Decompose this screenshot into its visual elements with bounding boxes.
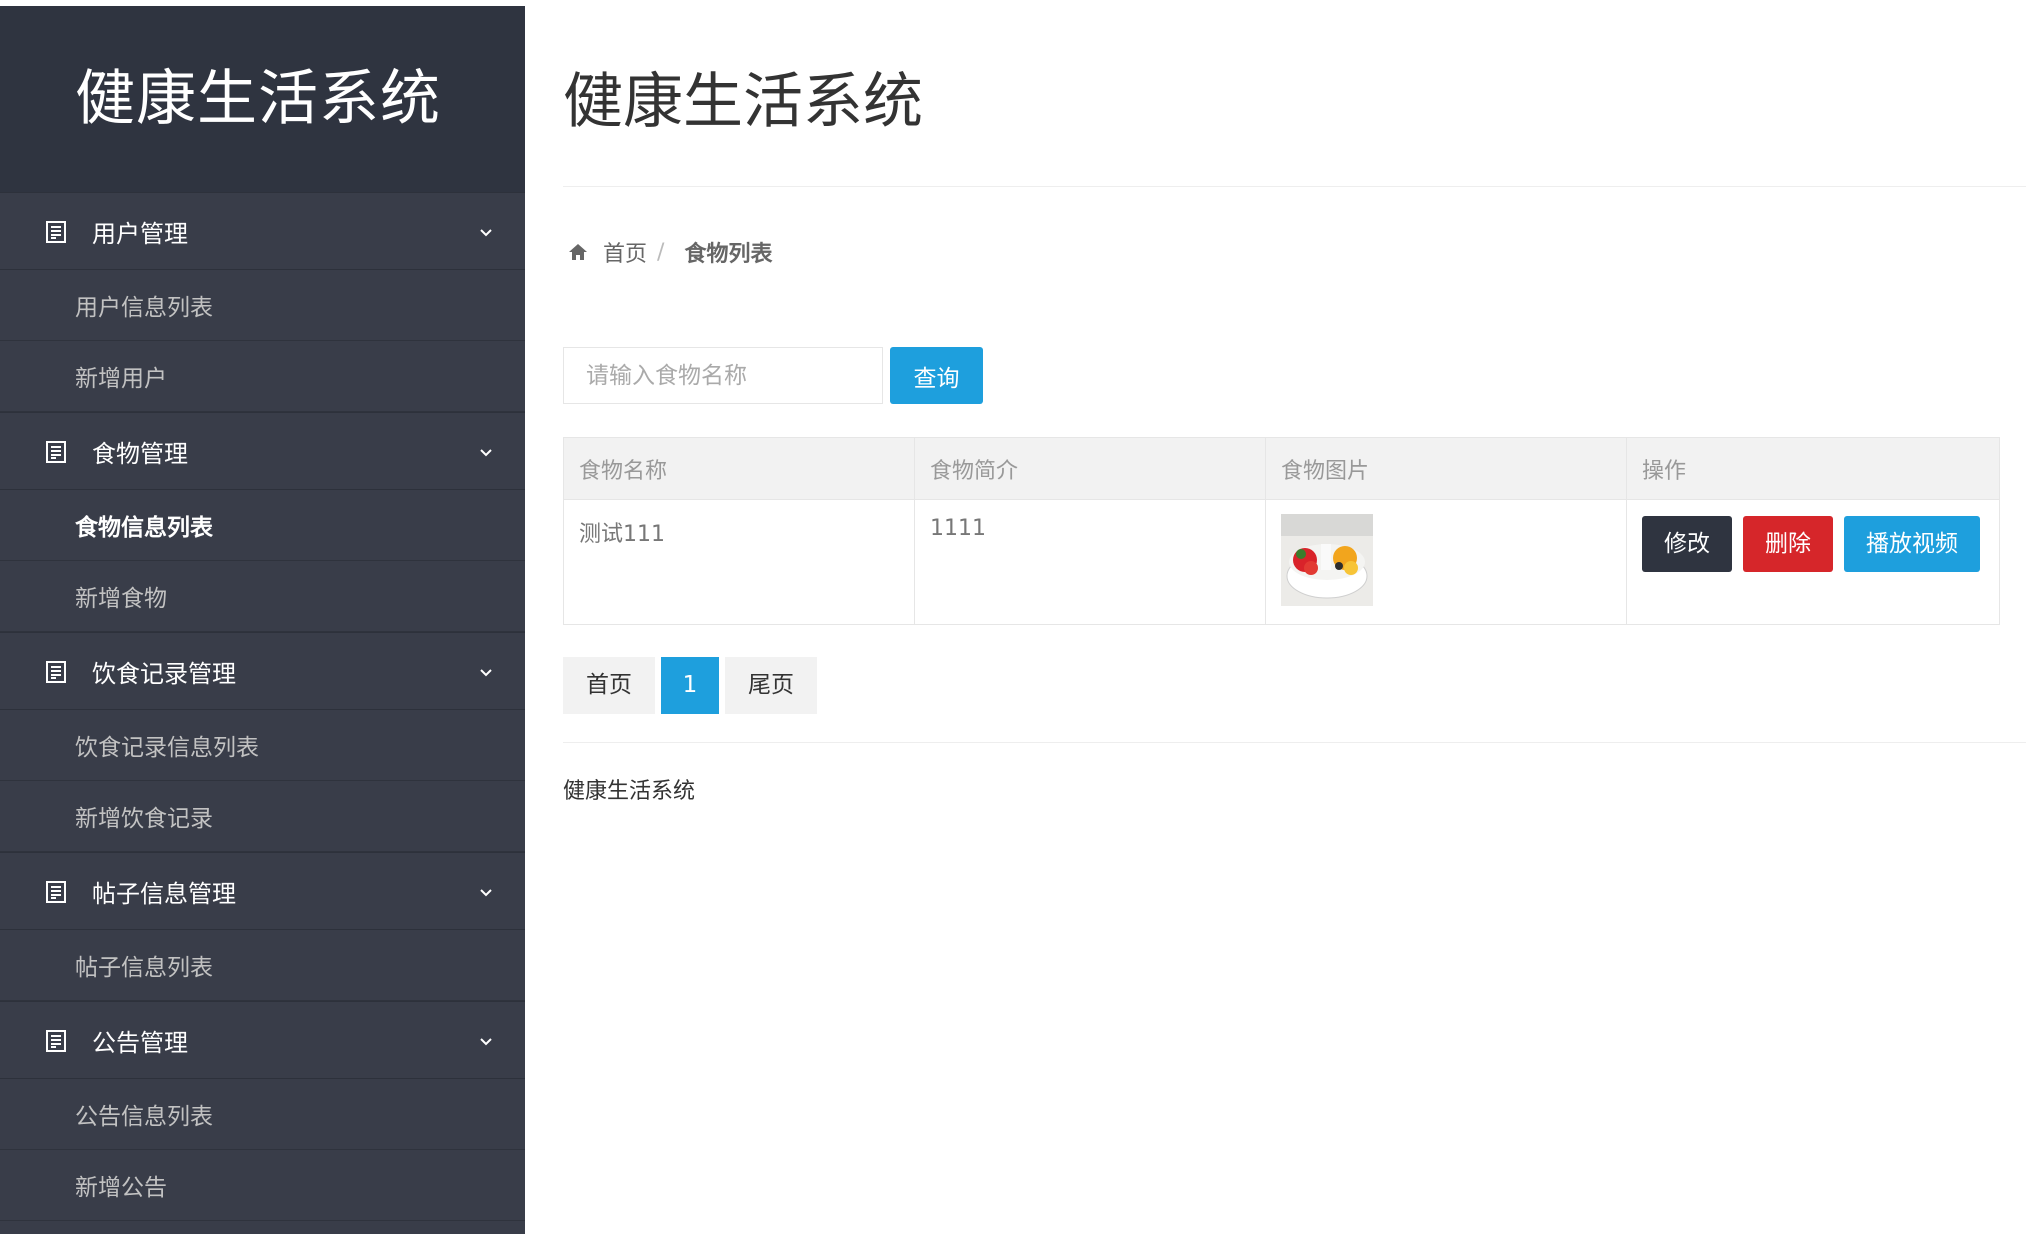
pagination: 首页 1 尾页 [563,657,823,714]
sidebar: 健康生活系统 用户管理 用户信息列表 新增用户 食物管理 食物信息列表 新增食物… [0,6,525,1234]
breadcrumb: 首页 / 食物列表 [567,236,772,268]
document-icon [46,221,66,243]
sidebar-item-add-announcement[interactable]: 新增公告 [0,1150,525,1221]
column-header-intro: 食物简介 [914,437,1266,500]
nav-group-label: 公告管理 [92,1028,188,1057]
column-header-name: 食物名称 [563,437,915,500]
nav-group-label: 食物管理 [92,439,188,468]
document-icon [46,1030,66,1052]
document-icon [46,881,66,903]
chevron-down-icon [480,449,492,457]
nav-group-label: 用户管理 [92,219,188,248]
sidebar-item-diet-record-list[interactable]: 饮食记录信息列表 [0,710,525,781]
brand-title: 健康生活系统 [75,64,441,134]
table-header-row: 食物名称 食物简介 食物图片 操作 [563,437,2000,500]
sidebar-brand: 健康生活系统 [0,6,525,192]
sidebar-item-user-list[interactable]: 用户信息列表 [0,270,525,341]
sidebar-item-add-user[interactable]: 新增用户 [0,341,525,412]
nav-group-label: 帖子信息管理 [92,879,236,908]
sidebar-item-add-food[interactable]: 新增食物 [0,561,525,632]
column-header-actions: 操作 [1626,437,2000,500]
nav-group-food-management[interactable]: 食物管理 [0,412,525,490]
food-thumbnail [1281,514,1373,606]
nav-group-user-management[interactable]: 用户管理 [0,192,525,270]
food-image-cell [1265,499,1627,625]
document-icon [46,441,66,463]
current-page-button[interactable]: 1 [661,657,719,714]
sidebar-item-add-diet-record[interactable]: 新增饮食记录 [0,781,525,852]
sidebar-item-post-list[interactable]: 帖子信息列表 [0,930,525,1001]
home-icon [569,244,587,260]
breadcrumb-current: 食物列表 [684,242,773,267]
document-icon [46,661,66,683]
chevron-down-icon [480,669,492,677]
main-content: 健康生活系统 首页 / 食物列表 查询 食物名称 食物简介 食物图片 操作 测试… [563,0,2026,1234]
divider [563,742,2026,743]
nav-group-diet-record-management[interactable]: 饮食记录管理 [0,632,525,710]
edit-button[interactable]: 修改 [1642,516,1732,572]
search-input[interactable] [563,347,883,404]
page-title: 健康生活系统 [563,67,923,137]
delete-button[interactable]: 删除 [1743,516,1833,572]
nav-group-announcement-management[interactable]: 公告管理 [0,1001,525,1079]
nav-group-post-management[interactable]: 帖子信息管理 [0,852,525,930]
divider [563,186,2026,187]
column-header-image: 食物图片 [1265,437,1627,500]
search-button[interactable]: 查询 [890,347,983,404]
sidebar-item-food-list[interactable]: 食物信息列表 [0,490,525,561]
nav-group-label: 饮食记录管理 [92,659,236,688]
last-page-button[interactable]: 尾页 [725,657,817,714]
food-name-cell: 测试111 [563,499,915,625]
chevron-down-icon [480,229,492,237]
play-video-button[interactable]: 播放视频 [1844,516,1980,572]
footer-text: 健康生活系统 [563,779,696,804]
food-intro-cell: 1111 [914,499,1266,625]
food-table: 食物名称 食物简介 食物图片 操作 测试111 1111 修改 删除 播放视频 [563,437,2000,625]
breadcrumb-separator: / [657,239,665,265]
sidebar-item-announcement-list[interactable]: 公告信息列表 [0,1079,525,1150]
chevron-down-icon [480,889,492,897]
table-row: 测试111 1111 修改 删除 播放视频 [563,499,2000,625]
first-page-button[interactable]: 首页 [563,657,655,714]
actions-cell: 修改 删除 播放视频 [1626,499,2000,625]
chevron-down-icon [480,1038,492,1046]
breadcrumb-home-link[interactable]: 首页 [603,236,647,268]
